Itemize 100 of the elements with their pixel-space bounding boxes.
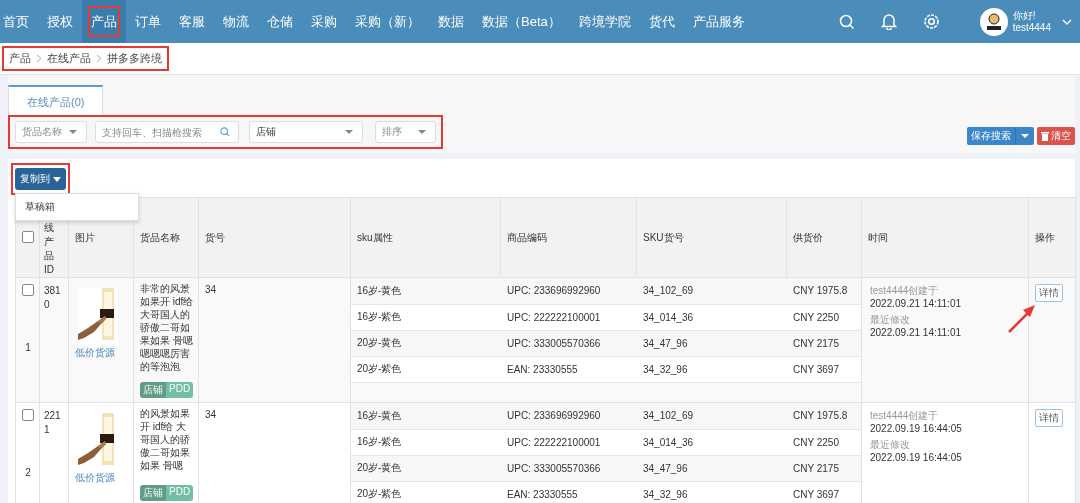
created-time: 2022.09.19 16:44:05 bbox=[870, 422, 963, 435]
chevron-right-icon bbox=[36, 54, 42, 63]
nav-item[interactable]: 订单 bbox=[126, 0, 170, 43]
nav-item[interactable]: 仓储 bbox=[258, 0, 302, 43]
avatar-icon[interactable] bbox=[979, 7, 1008, 36]
table-cell: 16岁-紫色 bbox=[357, 311, 402, 322]
select-field[interactable]: 店铺 bbox=[249, 121, 363, 143]
table-cell: 34_102_69 bbox=[643, 410, 694, 422]
column-header: 操作 bbox=[1035, 230, 1055, 245]
table-cell: 20岁-紫色 bbox=[357, 363, 402, 374]
table-cell: EAN: 23330555 bbox=[507, 488, 578, 500]
row-number: 2 bbox=[25, 467, 31, 478]
product-name: 非常的风景如果开 idf给大哥国人的骄傲二哥如果如果 骨嗯嗯嗯嗯厉害的等泡泡 bbox=[140, 282, 195, 373]
trash-icon bbox=[1041, 131, 1049, 141]
created-time: 2022.09.21 14:11:01 bbox=[870, 297, 962, 310]
created-label: test4444创建于 bbox=[870, 409, 940, 422]
checkbox[interactable] bbox=[22, 230, 34, 243]
details-button[interactable]: 详情 bbox=[1035, 284, 1063, 302]
caret-icon bbox=[68, 129, 78, 135]
table-cell: 16岁-紫色 bbox=[357, 436, 402, 447]
table-cell: 34 bbox=[205, 409, 217, 420]
tag-value: PDD bbox=[166, 485, 194, 501]
table-cell: CNY 2175 bbox=[793, 462, 839, 474]
column-header: 商品编码 bbox=[507, 230, 547, 245]
caret-icon bbox=[53, 176, 61, 182]
modified-time: 2022.09.19 16:44:05 bbox=[870, 451, 963, 464]
search-icon bbox=[220, 126, 230, 138]
table-cell-text: 2211 bbox=[44, 409, 62, 437]
column-header: 时间 bbox=[868, 230, 888, 245]
table-cell: 20岁-黄色 bbox=[357, 462, 402, 473]
table-cell: UPC: 222222100001 bbox=[507, 311, 601, 323]
copy-to-button[interactable]: 复制到 bbox=[15, 168, 66, 190]
table-cell: 34_32_96 bbox=[643, 363, 688, 375]
nav-item[interactable]: 产品服务 bbox=[683, 0, 754, 43]
column-header: 供货价 bbox=[793, 230, 823, 245]
nav-item[interactable]: 授权 bbox=[38, 0, 82, 43]
table-cell: EAN: 23330555 bbox=[507, 363, 578, 375]
nav-item[interactable]: 采购（新） bbox=[346, 0, 429, 43]
table-cell: CNY 1975.8 bbox=[793, 410, 848, 422]
nav-item[interactable]: 货代 bbox=[639, 0, 684, 43]
column-header: SKU货号 bbox=[643, 230, 684, 245]
table-cell: UPC: 333005570366 bbox=[507, 462, 601, 474]
select-field[interactable]: 排序 bbox=[375, 121, 436, 143]
table-cell: CNY 2175 bbox=[793, 337, 839, 349]
source-link[interactable]: 低价货源 bbox=[75, 471, 115, 485]
table-cell: UPC: 333005570366 bbox=[507, 337, 601, 349]
nav-item[interactable]: 数据 bbox=[429, 0, 473, 43]
chevron-icon[interactable] bbox=[1062, 18, 1072, 25]
table-cell: UPC: 233696992960 bbox=[507, 285, 601, 297]
column-header: 图片 bbox=[75, 230, 95, 245]
table-cell: UPC: 233696992960 bbox=[507, 410, 601, 422]
modified-time: 2022.09.21 14:11:01 bbox=[870, 326, 962, 339]
greeting-text: 你好! bbox=[1012, 9, 1037, 22]
nav-item[interactable]: 数据（Beta） bbox=[473, 0, 570, 43]
table-cell: 34 bbox=[205, 284, 217, 295]
modified-label: 最近修改 bbox=[870, 313, 911, 326]
caret-icon[interactable] bbox=[1016, 127, 1034, 145]
table-cell: 20岁-紫色 bbox=[357, 488, 402, 499]
save-search-button[interactable]: 保存搜索 bbox=[967, 127, 1016, 145]
table-cell: 16岁-黄色 bbox=[357, 284, 402, 296]
bell-icon[interactable] bbox=[880, 13, 897, 30]
tab[interactable]: 在线产品(0) bbox=[8, 85, 104, 117]
breadcrumb-item[interactable]: 产品 bbox=[9, 51, 31, 66]
menu-item[interactable]: 草稿箱 bbox=[16, 196, 138, 218]
settings-icon[interactable] bbox=[922, 13, 940, 30]
search-icon[interactable] bbox=[838, 13, 855, 30]
table-cell: CNY 2250 bbox=[793, 436, 839, 448]
checkbox[interactable] bbox=[22, 284, 34, 296]
column-header: sku属性 bbox=[357, 230, 393, 245]
nav-item[interactable]: 物流 bbox=[214, 0, 258, 43]
column-header: 货品名称 bbox=[140, 230, 180, 245]
column-header: 货号 bbox=[205, 230, 225, 245]
search-field[interactable]: 支持回车、扫描枪搜索 bbox=[95, 121, 239, 143]
nav-item[interactable]: 首页 bbox=[0, 0, 38, 43]
user-name: test4444 bbox=[1012, 21, 1051, 34]
table-cell: 16岁-黄色 bbox=[357, 409, 402, 421]
table-cell: UPC: 222222100001 bbox=[507, 436, 601, 448]
nav-item[interactable]: 产品 bbox=[82, 0, 126, 43]
table-cell: 34_32_96 bbox=[643, 488, 688, 500]
select-field[interactable]: 货品名称 bbox=[15, 121, 87, 143]
tag-value: PDD bbox=[166, 382, 194, 398]
caret-icon bbox=[417, 129, 427, 135]
clear-button[interactable]: 清空 bbox=[1037, 127, 1075, 145]
table-cell: CNY 3697 bbox=[793, 488, 839, 500]
breadcrumb-item[interactable]: 拼多多跨境 bbox=[107, 51, 162, 66]
table-cell: 34_47_96 bbox=[643, 337, 688, 349]
table-cell: 34_014_36 bbox=[643, 436, 694, 448]
modified-label: 最近修改 bbox=[870, 438, 911, 451]
nav-item[interactable]: 跨境学院 bbox=[569, 0, 640, 43]
table-cell: 34_102_69 bbox=[643, 285, 694, 297]
table-cell: CNY 2250 bbox=[793, 311, 839, 323]
source-link[interactable]: 低价货源 bbox=[75, 346, 115, 360]
details-button[interactable]: 详情 bbox=[1035, 409, 1063, 427]
table-cell: 20岁-黄色 bbox=[357, 337, 402, 348]
breadcrumb-item[interactable]: 在线产品 bbox=[47, 51, 91, 66]
nav-item[interactable]: 客服 bbox=[170, 0, 214, 43]
tag-label: 店铺 bbox=[140, 485, 166, 501]
nav-item[interactable]: 采购 bbox=[302, 0, 346, 43]
product-name: 的风景如果开 idf给 大哥国人的骄傲二哥如果如果 骨嗯 bbox=[140, 407, 191, 472]
checkbox[interactable] bbox=[22, 409, 34, 421]
